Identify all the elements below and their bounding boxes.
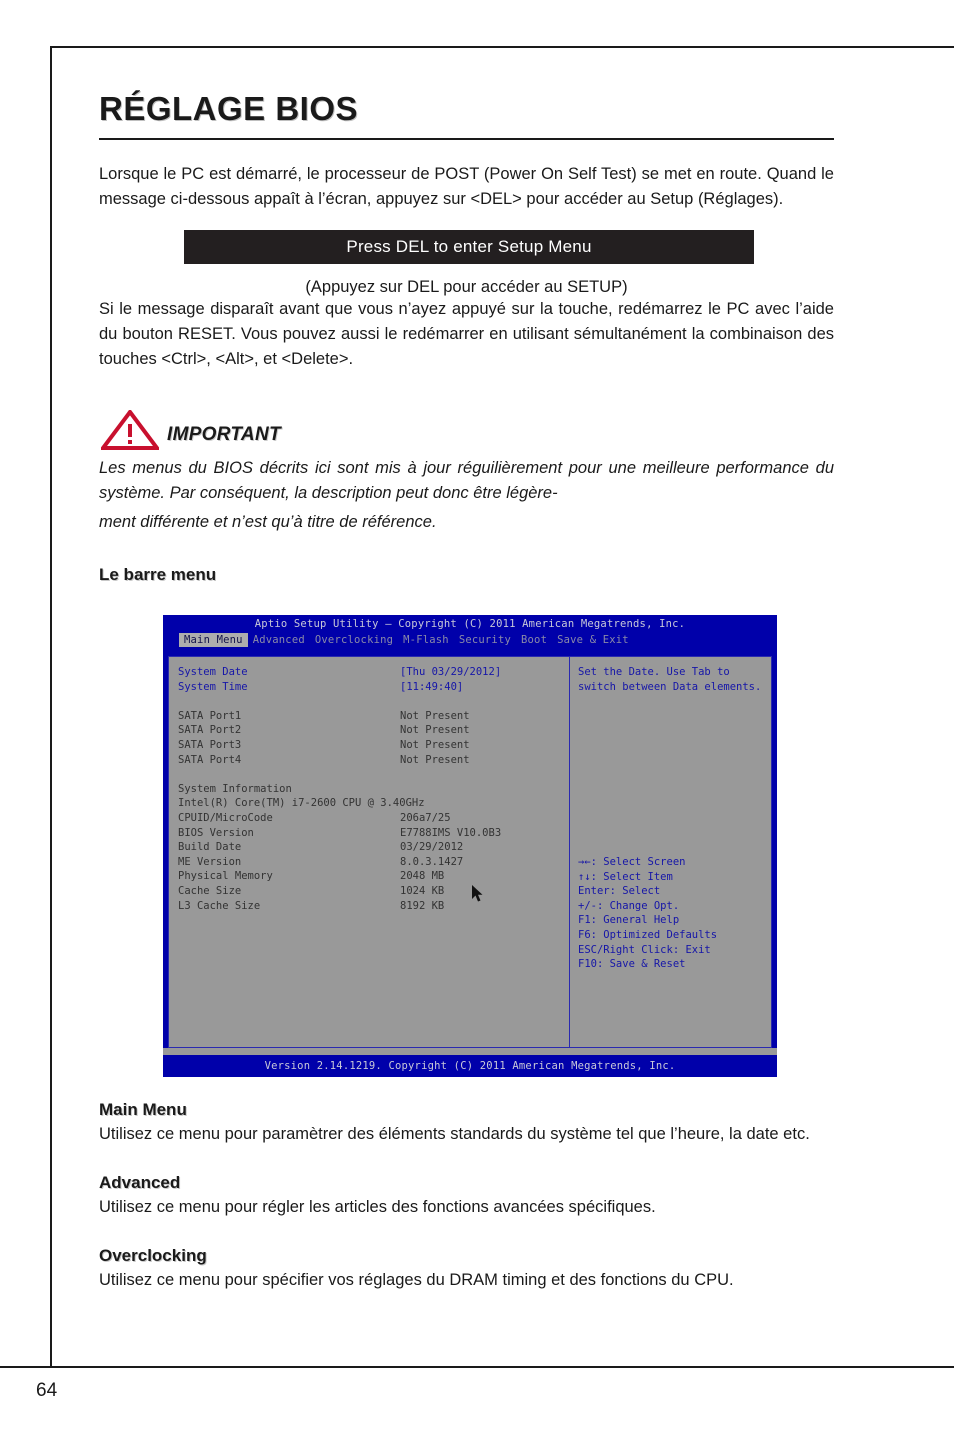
bios-help-key: F10: Save & Reset [578, 958, 686, 971]
bios-body: System Date [Thu 03/29/2012] System Time [1… [168, 656, 772, 1048]
bios-help-keys: →←: Select Screen ↑↓: Select Item Enter: S… [578, 855, 766, 972]
bios-row-value: [11:49:40] [400, 680, 464, 693]
bios-row-value: E7788IMS V10.0B3 [400, 826, 502, 839]
bios-menu-bar: Main Menu Advanced Overclocking M-Flash Secu… [163, 632, 777, 648]
menu-descriptions: Main Menu Utilisez ce menu pour paramètre… [99, 1100, 834, 1297]
bios-menu-item-m-flash[interactable]: M-Flash [398, 633, 454, 647]
bios-row[interactable]: CPUID/MicroCode 206a7/25 [178, 811, 565, 826]
bios-help-key: +/-: Change Opt. [578, 899, 680, 912]
bios-row[interactable]: Build Date 03/29/2012 [178, 840, 565, 855]
bios-footer: Version 2.14.1219. Copyright (C) 2011 Am… [163, 1055, 777, 1077]
bios-row-label: Build Date [178, 841, 242, 854]
reset-note-paragraph: Si le message disparaît avant que vous n… [99, 300, 834, 368]
bios-row-value: Not Present [400, 753, 470, 766]
bios-row-label: ME Version [178, 855, 242, 868]
bios-footer-gap [163, 1048, 777, 1055]
bios-row-value: Not Present [400, 724, 470, 737]
bios-menu-item-overclocking[interactable]: Overclocking [310, 633, 398, 647]
bios-title: Aptio Setup Utility – Copyright (C) 2011… [254, 618, 686, 630]
bios-row-value: [Thu 03/29/2012] [400, 666, 502, 678]
bios-screenshot: Aptio Setup Utility – Copyright (C) 2011… [163, 615, 777, 1077]
section-heading: Main Menu [99, 1100, 187, 1119]
page-frame-top-rule [50, 46, 954, 48]
bios-menu-item-boot[interactable]: Boot [516, 633, 552, 647]
bios-row-label: System Date [178, 666, 248, 678]
bios-row-label: SATA Port3 [178, 738, 242, 751]
bios-help-key: Enter: Select [578, 885, 661, 898]
bios-menu-item-save-exit[interactable]: Save & Exit [552, 633, 634, 647]
page-title: RÉGLAGE BIOS [99, 90, 359, 127]
bios-row[interactable]: SATA Port2 Not Present [178, 723, 565, 738]
title-underline [99, 138, 834, 140]
bios-help-key: ↑↓: Select Item [578, 870, 673, 883]
bios-menu-item-advanced[interactable]: Advanced [248, 633, 310, 647]
bios-help-key: F6: Optimized Defaults [578, 928, 718, 941]
bios-row-value: 1024 KB [400, 884, 445, 897]
bios-row[interactable]: Physical Memory 2048 MB [178, 869, 565, 884]
press-del-banner: Press DEL to enter Setup Menu [184, 230, 754, 264]
bios-row[interactable]: System Information [178, 782, 565, 797]
page-content: RÉGLAGE BIOS Lorsque le PC est démarré, … [99, 90, 834, 587]
section-text: Utilisez ce menu pour spécifier vos régl… [99, 1271, 734, 1289]
page-frame-bottom-rule [0, 1366, 954, 1368]
description-section: Main Menu Utilisez ce menu pour paramètre… [99, 1100, 834, 1147]
bios-row-label: System Information [178, 782, 292, 795]
bios-row-label: Physical Memory [178, 870, 273, 883]
description-section: Overclocking Utilisez ce menu pour spécif… [99, 1246, 834, 1293]
bios-row-spacer [178, 694, 565, 709]
bios-row-value: 8192 KB [400, 899, 445, 912]
bios-menu-item-main-menu[interactable]: Main Menu [179, 633, 248, 647]
bios-row[interactable]: ME Version 8.0.3.1427 [178, 855, 565, 870]
bios-row-value: 03/29/2012 [400, 841, 464, 854]
bios-help-text: Set the Date. Use Tab to switch between … [578, 666, 762, 693]
page-frame-left-rule [50, 46, 52, 1366]
bios-row[interactable]: SATA Port3 Not Present [178, 738, 565, 753]
bios-row-label: BIOS Version [178, 826, 254, 839]
bios-row-value: Not Present [400, 738, 470, 751]
section-heading: Advanced [99, 1173, 181, 1192]
bios-row-label: L3 Cache Size [178, 899, 261, 912]
bios-row-label: SATA Port1 [178, 709, 242, 722]
bios-row-label: Intel(R) Core(TM) i7-2600 CPU @ 3.40GHz [178, 797, 425, 810]
intro-paragraph: Lorsque le PC est démarré, le processeur… [99, 165, 834, 208]
important-label: IMPORTANT [167, 424, 281, 445]
bios-row[interactable]: SATA Port4 Not Present [178, 753, 565, 768]
bios-row-label: SATA Port2 [178, 724, 242, 737]
bios-help-panel: Set the Date. Use Tab to switch between … [570, 656, 772, 1048]
bios-menu-item-security[interactable]: Security [454, 633, 516, 647]
bios-row[interactable]: SATA Port1 Not Present [178, 709, 565, 724]
mouse-cursor-icon [472, 885, 484, 903]
bios-row-label: System Time [178, 680, 248, 693]
important-header: IMPORTANT [101, 408, 834, 450]
bios-row-label: Cache Size [178, 884, 242, 897]
bios-row-value: 2048 MB [400, 870, 445, 883]
bios-row-value: Not Present [400, 709, 470, 722]
description-section: Advanced Utilisez ce menu pour régler les… [99, 1173, 834, 1220]
bios-row-label: CPUID/MicroCode [178, 811, 273, 824]
section-text: Utilisez ce menu pour régler les article… [99, 1198, 656, 1216]
page-number: 64 [36, 1380, 58, 1401]
bios-settings-panel: System Date [Thu 03/29/2012] System Time [1… [168, 656, 570, 1048]
bios-row[interactable]: System Time [11:49:40] [178, 680, 565, 695]
bios-row-spacer [178, 767, 565, 782]
bios-row-label: SATA Port4 [178, 753, 242, 766]
bios-help-key: ESC/Right Click: Exit [578, 943, 711, 956]
bios-row-value: 206a7/25 [400, 811, 451, 824]
bios-row-value: 8.0.3.1427 [400, 855, 464, 868]
section-text: Utilisez ce menu pour paramètrer des élé… [99, 1125, 810, 1143]
bios-row[interactable]: L3 Cache Size 8192 KB [178, 899, 565, 914]
warning-triangle-icon [101, 410, 159, 450]
press-del-caption: (Appuyez sur DEL pour accéder au SETUP) [305, 278, 628, 296]
bios-row[interactable]: Cache Size 1024 KB [178, 884, 565, 899]
bios-help-key: →←: Select Screen [578, 856, 686, 868]
bios-help-key: F1: General Help [578, 914, 680, 927]
important-text-line1: Les menus du BIOS décrits ici sont mis à… [99, 459, 834, 502]
menubar-section-heading: Le barre menu [99, 565, 217, 584]
bios-row[interactable]: System Date [Thu 03/29/2012] [178, 665, 565, 680]
bios-row[interactable]: BIOS Version E7788IMS V10.0B3 [178, 826, 565, 841]
important-text-line2: ment différente et n’est qu’à titre de r… [99, 513, 437, 531]
bios-settings-rows: System Date [Thu 03/29/2012] System Time [1… [178, 665, 565, 913]
section-heading: Overclocking [99, 1246, 207, 1265]
bios-row[interactable]: Intel(R) Core(TM) i7-2600 CPU @ 3.40GHz [178, 796, 565, 811]
